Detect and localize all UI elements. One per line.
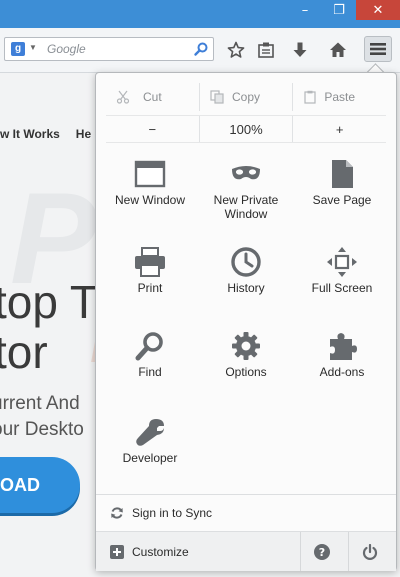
save-page-icon bbox=[332, 160, 353, 188]
minimize-button[interactable]: – bbox=[292, 0, 318, 20]
find-label: Find bbox=[138, 365, 162, 379]
customize-plus-icon bbox=[110, 544, 124, 559]
search-input[interactable]: Google bbox=[47, 42, 86, 56]
sync-label: Sign in to Sync bbox=[132, 506, 213, 520]
firefox-menu-panel: Cut Copy Paste − 100% + New Window New P… bbox=[95, 72, 397, 571]
full-screen-button[interactable]: Full Screen bbox=[294, 241, 390, 321]
page-headline: top T tor bbox=[0, 277, 98, 377]
download-button-label: LOAD bbox=[0, 474, 40, 495]
find-magnifier-icon bbox=[135, 332, 163, 361]
search-magnifier-icon[interactable] bbox=[193, 41, 209, 57]
hamburger-menu-icon bbox=[370, 43, 386, 55]
maximize-button[interactable]: ❐ bbox=[326, 0, 352, 20]
close-window-button[interactable]: ✕ bbox=[356, 0, 400, 20]
zoom-out-button[interactable]: − bbox=[106, 116, 199, 142]
search-bar[interactable]: g ▼ Google bbox=[4, 37, 214, 61]
copy-icon bbox=[210, 90, 224, 104]
headline-line: tor bbox=[0, 326, 48, 378]
sync-icon bbox=[111, 507, 123, 519]
window-titlebar: – ❐ ✕ bbox=[0, 0, 400, 28]
addons-puzzle-icon bbox=[330, 333, 357, 360]
add-ons-label: Add-ons bbox=[319, 365, 365, 379]
download-icon[interactable] bbox=[290, 40, 310, 60]
customize-button[interactable]: Customize bbox=[96, 532, 296, 571]
save-page-button[interactable]: Save Page bbox=[294, 153, 390, 233]
panel-footer: Customize ? bbox=[96, 531, 396, 571]
zoom-controls: − 100% + bbox=[106, 115, 386, 143]
navigation-toolbar: g ▼ Google bbox=[0, 28, 400, 73]
page-subheadline: urrent And our Deskto bbox=[0, 391, 84, 443]
developer-wrench-icon bbox=[136, 419, 164, 446]
print-label: Print bbox=[137, 281, 163, 295]
zoom-reset-button[interactable]: 100% bbox=[198, 116, 293, 142]
copy-label: Copy bbox=[232, 90, 261, 104]
page-nav: w It Works He bbox=[0, 127, 107, 141]
zoom-in-button[interactable]: + bbox=[292, 116, 386, 142]
customize-label: Customize bbox=[132, 544, 189, 559]
cut-button[interactable]: Cut bbox=[106, 83, 199, 111]
search-engine-icon[interactable]: g bbox=[11, 42, 25, 56]
new-private-window-label: New Private Window bbox=[213, 193, 279, 221]
find-button[interactable]: Find bbox=[102, 325, 198, 405]
page-nav-link[interactable]: w It Works bbox=[0, 127, 60, 141]
copy-button[interactable]: Copy bbox=[198, 83, 293, 111]
add-ons-button[interactable]: Add-ons bbox=[294, 325, 390, 405]
subheadline-line: our Deskto bbox=[0, 419, 84, 440]
page-nav-link[interactable]: He bbox=[76, 127, 91, 141]
paste-label: Paste bbox=[324, 90, 356, 104]
close-icon: ✕ bbox=[372, 2, 384, 18]
help-icon: ? bbox=[314, 543, 330, 560]
cut-label: Cut bbox=[142, 90, 162, 104]
history-button[interactable]: History bbox=[198, 241, 294, 321]
private-mask-icon bbox=[232, 166, 260, 180]
maximize-icon: ❐ bbox=[333, 2, 345, 18]
options-button[interactable]: Options bbox=[198, 325, 294, 405]
new-window-icon bbox=[134, 160, 166, 188]
power-icon bbox=[362, 543, 378, 560]
save-page-label: Save Page bbox=[312, 193, 372, 207]
sign-in-to-sync-button[interactable]: Sign in to Sync bbox=[96, 494, 396, 531]
history-clock-icon bbox=[231, 247, 261, 277]
open-menu-button[interactable] bbox=[364, 36, 392, 62]
print-icon bbox=[135, 247, 165, 277]
home-icon[interactable] bbox=[328, 40, 348, 60]
subheadline-line: urrent And bbox=[0, 393, 80, 414]
history-label: History bbox=[227, 281, 265, 295]
scissors-icon bbox=[116, 90, 130, 104]
print-button[interactable]: Print bbox=[102, 241, 198, 321]
bookmark-star-icon[interactable] bbox=[226, 40, 246, 60]
options-label: Options bbox=[225, 365, 267, 379]
clipboard-icon bbox=[304, 90, 316, 104]
download-button[interactable]: LOAD bbox=[0, 457, 80, 513]
edit-controls: Cut Copy Paste bbox=[106, 83, 386, 111]
quit-button[interactable] bbox=[348, 532, 391, 571]
headline-line: top T bbox=[0, 276, 98, 328]
full-screen-label: Full Screen bbox=[311, 281, 373, 295]
new-window-button[interactable]: New Window bbox=[102, 153, 198, 233]
developer-label: Developer bbox=[122, 451, 178, 465]
reading-list-icon[interactable] bbox=[256, 40, 276, 60]
options-gear-icon bbox=[232, 332, 260, 360]
search-engine-dropdown-icon[interactable]: ▼ bbox=[29, 43, 37, 52]
minimize-icon: – bbox=[301, 2, 309, 18]
svg-text:?: ? bbox=[319, 546, 325, 559]
new-private-window-button[interactable]: New Private Window bbox=[198, 153, 294, 233]
developer-button[interactable]: Developer bbox=[102, 411, 198, 491]
new-window-label: New Window bbox=[114, 193, 186, 207]
help-button[interactable]: ? bbox=[300, 532, 343, 571]
paste-button[interactable]: Paste bbox=[292, 83, 386, 111]
fullscreen-icon bbox=[327, 247, 357, 277]
